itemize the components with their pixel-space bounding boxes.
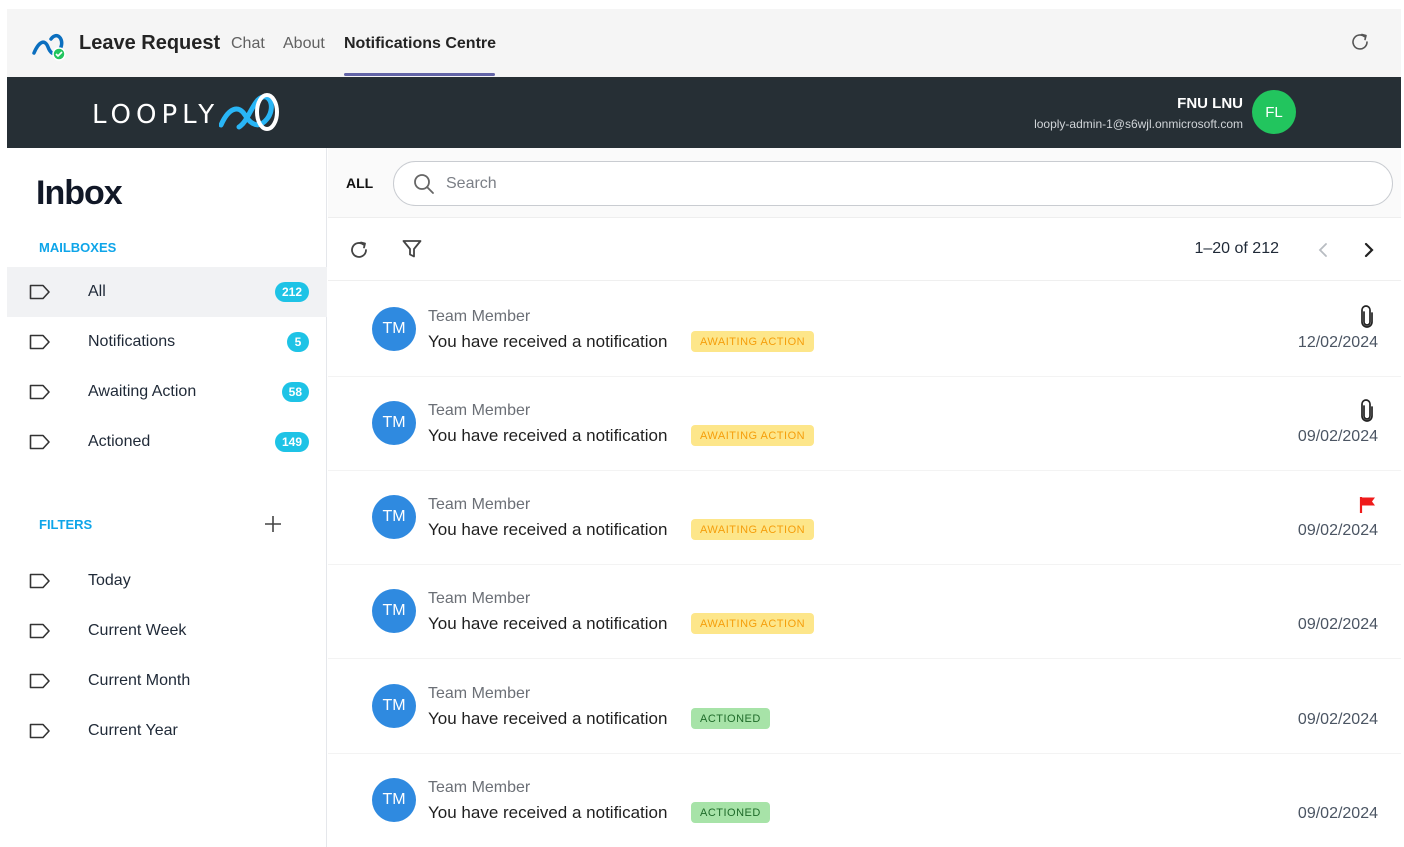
scope-label[interactable]: ALL: [346, 175, 373, 191]
pagination-status: 1–20 of 212: [1194, 240, 1279, 257]
reload-icon[interactable]: [1349, 31, 1371, 53]
brand-logo-text: LOOPLY: [92, 100, 220, 130]
sidebar-item-label: Current Week: [88, 622, 187, 639]
chevron-right-icon[interactable]: [1361, 240, 1377, 260]
sidebar-item-current-month[interactable]: Current Month: [7, 656, 327, 706]
sidebar-item-actioned[interactable]: Actioned 149: [7, 417, 327, 467]
status-badge: ACTIONED: [691, 802, 770, 823]
filter-icon[interactable]: [401, 238, 423, 260]
message-row[interactable]: TM Team Member You have received a notif…: [328, 377, 1401, 471]
status-badge: AWAITING ACTION: [691, 331, 815, 352]
sender-avatar: TM: [372, 401, 416, 445]
tab-about[interactable]: About: [283, 35, 325, 53]
sidebar-item-label: Awaiting Action: [88, 383, 197, 400]
label-tag-icon: [29, 384, 50, 400]
label-tag-icon: [29, 573, 50, 589]
message-date: 09/02/2024: [1297, 428, 1378, 445]
message-subject: You have received a notification: [428, 520, 668, 539]
mailboxes-heading: MAILBOXES: [39, 240, 117, 255]
message-row[interactable]: TM Team Member You have received a notif…: [328, 754, 1401, 847]
sidebar-item-current-week[interactable]: Current Week: [7, 606, 327, 656]
label-tag-icon: [29, 434, 50, 450]
sidebar-item-label: Current Year: [88, 722, 178, 739]
tab-chat[interactable]: Chat: [231, 35, 265, 53]
message-sender: Team Member: [428, 590, 531, 607]
sender-avatar: TM: [372, 495, 416, 539]
message-subject: You have received a notification: [428, 803, 668, 822]
message-sender: Team Member: [428, 402, 531, 419]
sidebar-item-label: Current Month: [88, 672, 191, 689]
message-sender: Team Member: [428, 496, 531, 513]
looply-loop-icon: [219, 93, 280, 131]
message-subject: You have received a notification: [428, 709, 668, 728]
sender-avatar: TM: [372, 307, 416, 351]
label-tag-icon: [29, 334, 50, 350]
message-date: 09/02/2024: [1297, 711, 1378, 728]
search-input[interactable]: [446, 172, 1346, 196]
status-badge: ACTIONED: [691, 708, 770, 729]
message-sender: Team Member: [428, 685, 531, 702]
filters-heading: FILTERS: [39, 517, 93, 532]
sidebar: Inbox MAILBOXES All 212 Notifications 5 …: [7, 148, 327, 847]
sidebar-item-label: All: [88, 283, 106, 300]
app-tab-bar: Leave Request Chat About Notifications C…: [7, 9, 1401, 77]
message-sender: Team Member: [428, 779, 531, 796]
add-filter-icon[interactable]: [263, 514, 283, 534]
count-badge: 149: [274, 432, 309, 452]
search-row: ALL: [328, 148, 1401, 218]
search-icon: [414, 174, 434, 194]
count-badge: 58: [281, 382, 309, 402]
tab-notifications-centre[interactable]: Notifications Centre: [344, 35, 496, 53]
label-tag-icon: [29, 673, 50, 689]
count-badge: 5: [287, 332, 309, 352]
user-name: FNU LNU: [1177, 95, 1243, 112]
page-title: Inbox: [36, 174, 123, 212]
leave-request-logo-icon: [32, 34, 66, 61]
active-tab-indicator: [344, 73, 495, 76]
user-email: looply-admin-1@s6wjl.onmicrosoft.com: [1034, 117, 1243, 131]
sidebar-item-awaiting-action[interactable]: Awaiting Action 58: [7, 367, 327, 417]
sidebar-item-label: Today: [88, 572, 131, 589]
status-badge: AWAITING ACTION: [691, 519, 815, 540]
message-row[interactable]: TM Team Member You have received a notif…: [328, 283, 1401, 377]
sidebar-item-label: Actioned: [88, 433, 151, 450]
sender-avatar: TM: [372, 684, 416, 728]
message-subject: You have received a notification: [428, 614, 668, 633]
label-tag-icon: [29, 284, 50, 300]
message-sender: Team Member: [428, 308, 531, 325]
sidebar-item-today[interactable]: Today: [7, 556, 327, 606]
refresh-icon[interactable]: [348, 239, 370, 261]
sidebar-item-all[interactable]: All 212: [7, 267, 327, 317]
chevron-left-icon[interactable]: [1315, 240, 1331, 260]
sidebar-item-label: Notifications: [88, 333, 176, 350]
message-date: 12/02/2024: [1297, 334, 1378, 351]
message-subject: You have received a notification: [428, 332, 668, 351]
app-name: Leave Request: [79, 32, 221, 54]
message-date: 09/02/2024: [1297, 805, 1378, 822]
message-row[interactable]: TM Team Member You have received a notif…: [328, 565, 1401, 659]
list-toolbar: 1–20 of 212: [328, 219, 1401, 281]
message-date: 09/02/2024: [1297, 616, 1378, 633]
message-pane: ALL 1–20 of 212 TM Team Member You have …: [328, 148, 1401, 847]
count-badge: 212: [274, 282, 309, 302]
user-avatar[interactable]: FL: [1252, 90, 1296, 134]
sender-avatar: TM: [372, 589, 416, 633]
brand-header: LOOPLY FNU LNU looply-admin-1@s6wjl.onmi…: [7, 77, 1401, 148]
looply-logo: LOOPLY: [92, 91, 281, 135]
status-badge: AWAITING ACTION: [691, 425, 815, 446]
paperclip-icon: [1361, 399, 1373, 422]
label-tag-icon: [29, 723, 50, 739]
sender-avatar: TM: [372, 778, 416, 822]
message-subject: You have received a notification: [428, 426, 668, 445]
sidebar-item-current-year[interactable]: Current Year: [7, 706, 327, 756]
paperclip-icon: [1361, 305, 1373, 328]
message-date: 09/02/2024: [1297, 522, 1378, 539]
sidebar-item-notifications[interactable]: Notifications 5: [7, 317, 327, 367]
label-tag-icon: [29, 623, 50, 639]
flag-icon: [1359, 497, 1375, 513]
message-row[interactable]: TM Team Member You have received a notif…: [328, 471, 1401, 565]
search-box[interactable]: [393, 161, 1393, 206]
status-badge: AWAITING ACTION: [691, 613, 815, 634]
message-row[interactable]: TM Team Member You have received a notif…: [328, 660, 1401, 754]
